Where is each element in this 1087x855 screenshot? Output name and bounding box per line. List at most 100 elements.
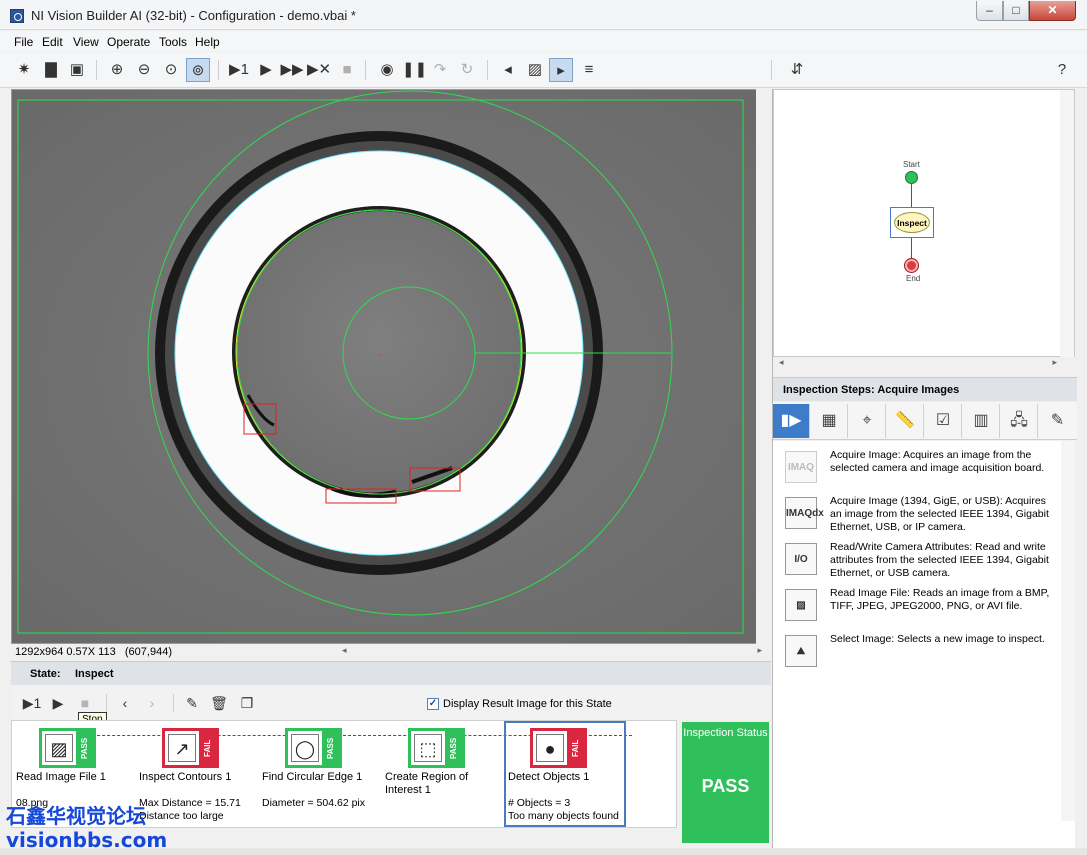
flow-start-node[interactable] [905, 171, 918, 184]
pause-icon[interactable]: ❚❚ [402, 58, 427, 82]
run-once-icon[interactable]: ▶1 [227, 58, 251, 82]
inspection-steps-title: Inspection Steps: Acquire Images [783, 384, 960, 396]
new-icon[interactable]: ✷ [12, 58, 36, 82]
run-stop-icon[interactable]: ▶✕ [307, 58, 331, 82]
locate-features-tab-icon[interactable]: ⌖ [849, 404, 886, 438]
delete-step-icon[interactable]: 🗑 [209, 693, 229, 713]
viewer-status-bar: 1292x964 0.57X 113 (607,944) ◂ ▸ [11, 644, 771, 660]
toggle-view-icon[interactable]: ⇵ [785, 58, 809, 82]
list-item-text: Acquire Image (1394, GigE, or USB): Acqu… [830, 495, 1049, 533]
help-icon[interactable]: ? [1050, 58, 1074, 82]
open-folder-icon[interactable]: ▇ [39, 58, 63, 82]
viewer-horizontal-scrollbar[interactable]: ◂ ▸ [336, 644, 766, 660]
status-badge: PASS [322, 731, 339, 765]
enhance-images-tab-icon[interactable]: ▦ [811, 404, 848, 438]
menu-view[interactable]: View [73, 35, 99, 49]
run-continuous-icon[interactable]: ▶▶ [280, 58, 304, 82]
scroll-right-icon[interactable]: ▸ [1052, 357, 1057, 368]
roi-icon: ⬚ [414, 734, 442, 762]
minimize-button[interactable]: – [976, 1, 1003, 21]
flow-inspect-state[interactable]: Inspect [890, 207, 934, 238]
menu-tools[interactable]: Tools [159, 35, 187, 49]
display-result-checkbox[interactable]: ✓ [427, 698, 439, 710]
scroll-right-icon[interactable]: ▸ [757, 645, 762, 656]
run-icon[interactable]: ▶ [254, 58, 278, 82]
edit-step-icon[interactable]: ✎ [182, 693, 202, 713]
state-value: Inspect [75, 668, 114, 680]
zoom-in-icon[interactable]: ⊕ [105, 58, 129, 82]
communicate-tab-icon[interactable]: 🖧 [1001, 404, 1038, 438]
step-over-icon[interactable]: ↷ [428, 58, 452, 82]
list-item-text: Read Image File: Reads an image from a B… [830, 587, 1050, 612]
identify-parts-tab-icon[interactable]: ▥ [963, 404, 1000, 438]
step-result: Diameter = 504.62 pix [262, 797, 366, 809]
image-icon[interactable]: ▨ [523, 58, 547, 82]
inspection-step-list: IMAQ Acquire Image: Acquires an image fr… [773, 441, 1075, 849]
zoom-fit-icon[interactable]: ⊚ [186, 58, 210, 82]
scroll-left-icon[interactable]: ◂ [342, 645, 347, 656]
close-button[interactable]: ✕ [1029, 1, 1076, 21]
inspection-status-value: PASS [701, 776, 750, 796]
state-bar: State: Inspect [11, 661, 771, 685]
previous-step-icon[interactable]: ‹ [115, 693, 135, 713]
stop-icon[interactable]: ■ [335, 58, 359, 82]
main-toolbar: ✷ ▇ ▣ ⊕ ⊖ ⊙ ⊚ ▶1 ▶ ▶▶ ▶✕ ■ ◉ ❚❚ ↷ ↻ ◂ ▨ … [0, 52, 1087, 88]
viewer-vertical-scrollbar[interactable] [756, 89, 771, 644]
zoom-out-icon[interactable]: ⊖ [132, 58, 156, 82]
next-step-icon[interactable]: › [142, 693, 162, 713]
watermark-chinese: 石鑫华视觉论坛 [6, 804, 146, 828]
list-item-text: Read/Write Camera Attributes: Read and w… [830, 541, 1049, 579]
next-image-icon[interactable]: ▸ [549, 58, 573, 82]
lightbulb-icon[interactable]: ◉ [375, 58, 399, 82]
step-card[interactable]: ▨ PASS [39, 728, 96, 768]
step-create-roi[interactable]: ⬚ PASS Create Region of Interest 1 [381, 721, 501, 827]
flow-end-node[interactable] [905, 259, 918, 272]
diagram-horizontal-scrollbar[interactable]: ◂ ▸ [773, 357, 1075, 371]
step-card[interactable]: ● FAIL [530, 728, 587, 768]
tools-tab-icon[interactable]: ✎ [1039, 404, 1076, 438]
flow-start-label: Start [903, 160, 920, 169]
prev-image-icon[interactable]: ◂ [496, 58, 520, 82]
camera-attributes-icon: I/O [785, 543, 817, 575]
step-out-icon[interactable]: ↻ [455, 58, 479, 82]
scroll-left-icon[interactable]: ◂ [779, 357, 784, 368]
zoom-1to1-icon[interactable]: ⊙ [159, 58, 183, 82]
step-card[interactable]: ⬚ PASS [408, 728, 465, 768]
diagram-vertical-scrollbar[interactable] [1060, 90, 1074, 358]
save-icon[interactable]: ▣ [65, 58, 89, 82]
step-inspect-contours[interactable]: ↗ FAIL Inspect Contours 1 Max Distance =… [135, 721, 255, 827]
step-name: Inspect Contours 1 [139, 771, 232, 783]
inspection-status-panel: Inspection Status PASS [682, 722, 769, 843]
step-name: Find Circular Edge 1 [262, 771, 363, 783]
status-badge: FAIL [199, 731, 216, 765]
inspection-steps-header: Inspection Steps: Acquire Images [773, 377, 1077, 401]
step-name: Read Image File 1 [16, 771, 106, 783]
step-list-scrollbar[interactable] [1061, 441, 1075, 821]
step-detect-objects[interactable]: ● FAIL Detect Objects 1 # Objects = 3 To… [504, 721, 626, 827]
inspect-contours-icon: ↗ [168, 734, 196, 762]
image-viewer[interactable] [11, 89, 771, 644]
menu-file[interactable]: File [14, 35, 33, 49]
step-find-circular-edge[interactable]: ◯ PASS Find Circular Edge 1 Diameter = 5… [258, 721, 378, 827]
run-step-once-icon[interactable]: ▶1 [22, 693, 42, 713]
step-card[interactable]: ↗ FAIL [162, 728, 219, 768]
step-result: # Objects = 3 Too many objects found [508, 797, 619, 822]
app-icon [10, 9, 24, 23]
window-title: NI Vision Builder AI (32-bit) - Configur… [31, 8, 356, 23]
menu-help[interactable]: Help [195, 35, 220, 49]
acquire-images-tab-icon[interactable]: ▮▶ [773, 404, 810, 438]
measure-features-tab-icon[interactable]: 📏 [887, 404, 924, 438]
list-item-text: Acquire Image: Acquires an image from th… [830, 449, 1045, 474]
image-list-icon[interactable]: ≡ [577, 58, 601, 82]
maximize-button[interactable]: □ [1003, 1, 1029, 21]
check-presence-tab-icon[interactable]: ☑ [925, 404, 962, 438]
step-palette: ▮▶ ▦ ⌖ 📏 ☑ ▥ 🖧 ✎ [773, 402, 1077, 440]
run-step-icon[interactable]: ▶ [48, 693, 68, 713]
menu-edit[interactable]: Edit [42, 35, 63, 49]
copy-step-icon[interactable]: ❐ [237, 693, 257, 713]
status-badge: PASS [76, 731, 93, 765]
step-card[interactable]: ◯ PASS [285, 728, 342, 768]
stop-step-icon[interactable]: ■ [75, 693, 95, 713]
menu-operate[interactable]: Operate [107, 35, 150, 49]
list-item-text: Select Image: Selects a new image to ins… [830, 633, 1045, 645]
